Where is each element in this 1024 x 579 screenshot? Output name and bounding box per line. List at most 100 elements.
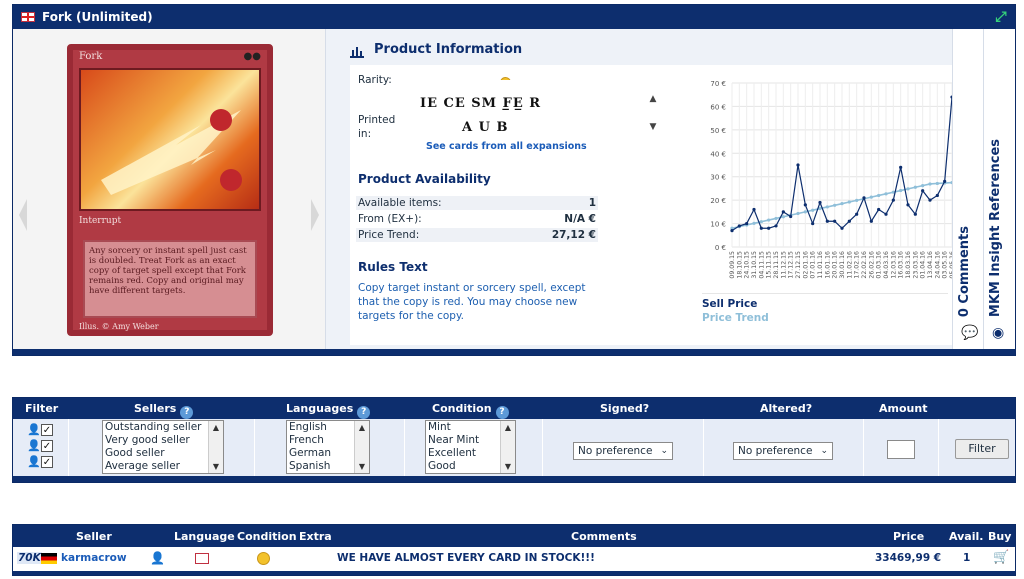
availability-key: From (EX+):	[358, 213, 422, 225]
data-point	[811, 208, 815, 212]
seller-type-checkbox[interactable]: ✓	[41, 456, 53, 468]
data-point	[869, 195, 873, 199]
availability-key: Available items:	[358, 197, 442, 209]
seller-type-checkbox[interactable]: ✓	[41, 424, 53, 436]
price-chart-svg: 70 €60 €50 €40 €30 €20 €10 €0 €09.09.15 1…	[710, 80, 956, 279]
card-image[interactable]: Fork ●● Interrupt Any sorcery or instant…	[67, 44, 273, 336]
help-icon[interactable]: ?	[357, 406, 371, 419]
x-tick-label: 24.10.15	[744, 251, 751, 279]
languages-scrollbar[interactable]: ▲ ▼	[354, 421, 369, 473]
x-tick-label: 13.04.16	[927, 251, 934, 279]
see-all-expansions-link[interactable]: See cards from all expansions	[426, 141, 587, 152]
x-tick-label: 11.01.16	[817, 251, 824, 279]
prev-image-arrow[interactable]	[19, 199, 27, 231]
data-point	[818, 200, 822, 205]
comments-tab[interactable]: 0 Comments 💬	[952, 29, 984, 349]
sales-count-badge: 70K	[17, 552, 42, 564]
data-point	[891, 198, 895, 202]
card-cost: ●●	[243, 51, 261, 62]
language-col-header: Language	[174, 530, 235, 543]
altered-select[interactable]: No preference ⌄	[733, 442, 833, 460]
expansion-list[interactable]: IE CE SM F̲E̲ R A U B ▲ ▼	[420, 80, 656, 142]
sellers-option[interactable]: Good seller	[105, 447, 223, 460]
sellers-scrollbar[interactable]: ▲ ▼	[208, 421, 223, 473]
card-type-line: Interrupt	[79, 216, 122, 226]
x-tick-label: 30.01.16	[839, 251, 846, 279]
data-point	[943, 179, 947, 183]
sellers-option[interactable]: Very good seller	[105, 434, 223, 447]
data-point	[847, 219, 851, 223]
next-image-arrow[interactable]	[311, 199, 319, 231]
expansion-symbols-row2[interactable]: A U B	[462, 120, 508, 135]
x-tick-label: 27.12.15	[795, 251, 802, 279]
seller-type-checkbox[interactable]: ✓	[41, 440, 53, 452]
condition-scrollbar[interactable]: ▲ ▼	[500, 421, 515, 473]
data-point	[921, 189, 925, 193]
english-flag-icon	[21, 12, 35, 22]
data-point	[935, 181, 939, 186]
data-point	[811, 221, 815, 226]
amount-input[interactable]	[887, 440, 915, 459]
data-point	[752, 221, 756, 225]
availability-heading: Product Availability	[358, 172, 491, 186]
help-icon[interactable]: ?	[495, 406, 509, 419]
condition-listbox[interactable]: Mint Near Mint Excellent Good ▲ ▼	[425, 420, 516, 474]
sellers-option[interactable]: Average seller	[105, 460, 223, 473]
sellers-listbox[interactable]: Outstanding seller Very good seller Good…	[102, 420, 224, 474]
product-info-heading: Product Information	[374, 42, 523, 57]
offer-comment: WE HAVE ALMOST EVERY CARD IN STOCK!!!	[337, 552, 595, 564]
languages-listbox[interactable]: English French German Spanish ▲ ▼	[286, 420, 370, 474]
x-tick-label: 18.10.15	[736, 251, 743, 279]
condition-header-label: Condition	[432, 402, 492, 415]
signed-select[interactable]: No preference ⌄	[573, 442, 673, 460]
data-point	[759, 220, 763, 224]
rarity-label: Rarity:	[358, 74, 392, 86]
altered-header: Altered?	[760, 402, 813, 415]
price-col-header: Price	[893, 530, 925, 543]
expansion-symbols-row1[interactable]: IE CE SM F̲E̲ R	[420, 96, 541, 111]
expansion-scrollbar[interactable]: ▲ ▼	[646, 92, 660, 140]
seller-name-link[interactable]: karmacrow	[61, 552, 127, 564]
legend-sell-price[interactable]: Sell Price	[702, 298, 757, 310]
availability-row: From (EX+): N/A €	[356, 212, 598, 227]
x-tick-label: 17.02.16	[854, 251, 861, 279]
offers-header-row: Seller Language Condition Extra Comments…	[13, 525, 1015, 547]
eye-icon: ◉	[992, 325, 1005, 341]
filter-button[interactable]: Filter	[955, 439, 1009, 459]
filter-bottom-bar	[13, 476, 1015, 482]
extra-col-header: Extra	[299, 530, 332, 543]
filter-header-row: Filter Sellers? Languages? Condition? Si…	[13, 398, 1015, 419]
data-point	[803, 210, 807, 214]
sellers-header-label: Sellers	[134, 402, 177, 415]
data-point	[869, 219, 873, 223]
rules-heading: Rules Text	[358, 260, 428, 274]
data-point	[855, 212, 859, 216]
germany-flag-icon	[41, 553, 57, 564]
x-tick-label: 03.05.16	[942, 251, 949, 279]
signed-select-value: No preference	[578, 445, 653, 457]
signed-header: Signed?	[600, 402, 650, 415]
data-point	[730, 229, 734, 233]
sellers-option[interactable]: Outstanding seller	[105, 421, 223, 434]
help-icon[interactable]: ?	[180, 406, 194, 419]
data-point	[789, 214, 793, 219]
x-tick-label: 28.11.15	[773, 251, 780, 279]
sellers-header: Sellers?	[134, 402, 194, 419]
data-point	[796, 163, 800, 167]
data-point	[899, 165, 903, 169]
panel-bottom-bar	[13, 349, 1015, 355]
condition-col-header: Condition	[237, 530, 297, 543]
x-tick-label: 12.03.16	[890, 251, 897, 279]
data-point	[752, 207, 756, 212]
x-tick-label: 11.02.16	[846, 251, 853, 279]
card-illustrator: Illus. © Amy Weber	[79, 322, 159, 331]
insight-tab[interactable]: MKM Insight References ◉	[983, 29, 1015, 349]
legend-price-trend[interactable]: Price Trend	[702, 312, 769, 324]
cart-icon[interactable]: 🛒	[993, 550, 1009, 565]
data-point	[899, 188, 903, 193]
data-point	[781, 215, 785, 219]
filter-header: Filter	[25, 402, 59, 415]
expand-icon[interactable]: ⤢	[993, 9, 1009, 25]
y-tick-label: 40 €	[710, 150, 726, 158]
data-point	[825, 219, 829, 223]
